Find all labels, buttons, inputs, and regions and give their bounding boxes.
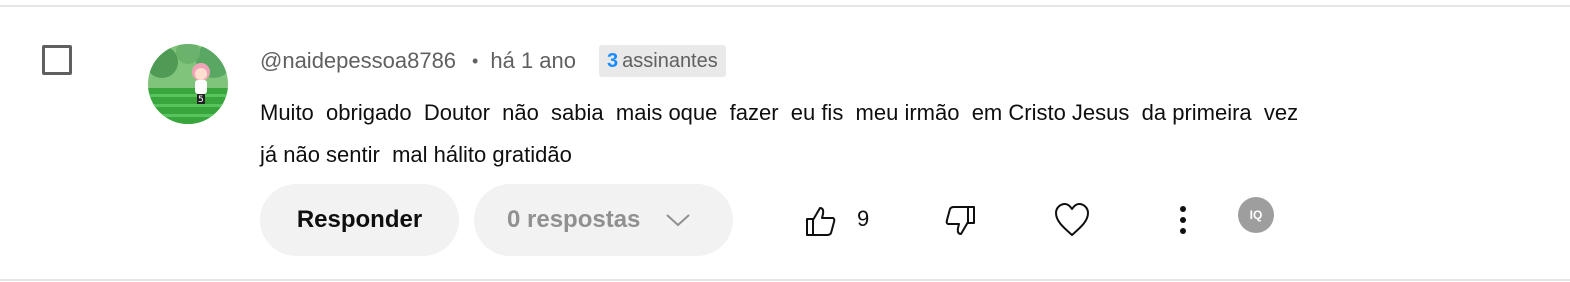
comment-text: Muito obrigado Doutor não sabia mais oqu… (260, 100, 1299, 167)
svg-text:5: 5 (198, 95, 204, 105)
avatar-anime-character-icon: 5 (148, 44, 228, 124)
author-handle[interactable]: @naidepessoa8786 (260, 48, 456, 74)
thumbs-down-icon[interactable] (942, 203, 978, 239)
heart-icon[interactable] (1052, 200, 1092, 240)
thumbs-up-icon[interactable] (803, 203, 839, 239)
reply-button[interactable]: Responder (260, 184, 459, 256)
reply-label: Responder (296, 206, 423, 233)
subscriber-label: assinantes (622, 49, 718, 72)
meta-separator: • (472, 50, 479, 71)
select-checkbox[interactable] (42, 45, 72, 75)
subscriber-count: 3 (607, 49, 619, 72)
more-vertical-icon[interactable] (1168, 202, 1198, 238)
bottom-divider (0, 279, 1570, 281)
timestamp[interactable]: há 1 ano (490, 48, 576, 74)
avatar[interactable]: 5 (148, 44, 228, 124)
subscriber-badge: 3 assinantes (599, 45, 726, 77)
like-count: 9 (857, 206, 870, 231)
replies-label: 0 respostas (507, 206, 641, 233)
chevron-down-icon (664, 211, 692, 229)
replies-toggle-button[interactable]: 0 respostas (474, 184, 733, 256)
extension-badge[interactable]: IQ (1238, 197, 1274, 233)
comment-meta: @naidepessoa8786 • há 1 ano 3 assinantes (260, 44, 726, 78)
top-divider (0, 5, 1570, 7)
